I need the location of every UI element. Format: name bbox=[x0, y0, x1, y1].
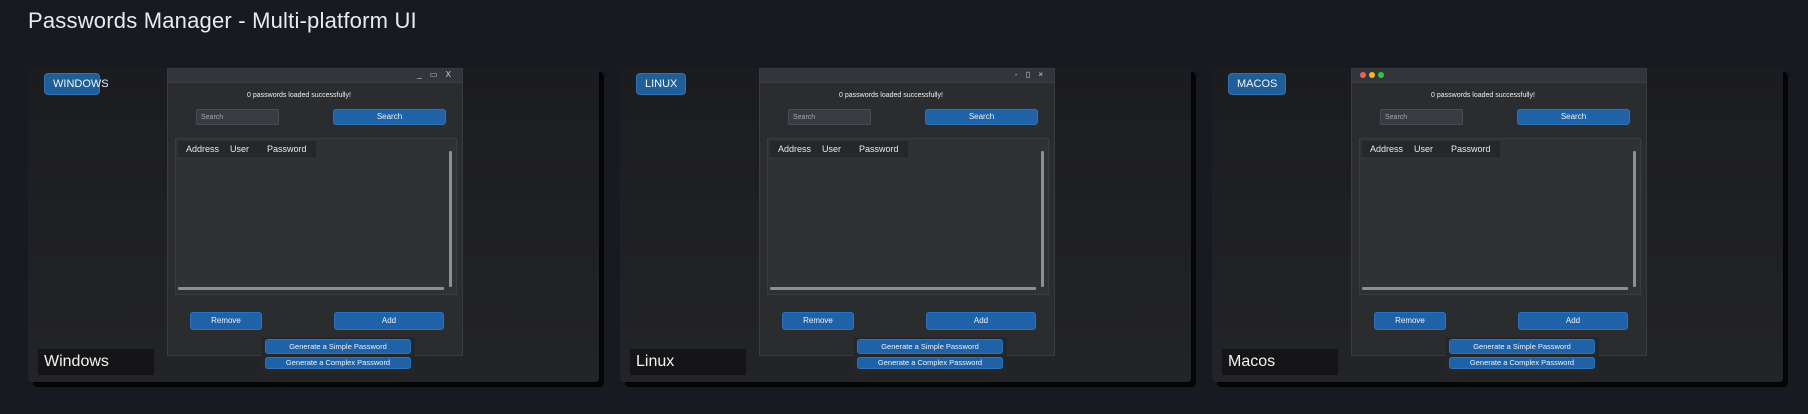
column-header-password[interactable]: Password bbox=[1451, 141, 1491, 157]
generate-simple-password-button[interactable]: Generate a Simple Password bbox=[1449, 339, 1595, 354]
linux-panel: LINUX - ▯ × 0 passwords loaded successfu… bbox=[620, 67, 1191, 382]
add-button[interactable]: Add bbox=[334, 312, 444, 330]
column-header-address[interactable]: Address bbox=[186, 141, 219, 157]
search-input[interactable]: Search bbox=[196, 109, 279, 125]
vertical-scrollbar[interactable] bbox=[1633, 151, 1636, 287]
remove-button[interactable]: Remove bbox=[782, 312, 854, 330]
os-caption-windows: Windows bbox=[38, 349, 154, 375]
search-button[interactable]: Search bbox=[333, 109, 446, 125]
generate-simple-password-button[interactable]: Generate a Simple Password bbox=[857, 339, 1003, 354]
column-header-address[interactable]: Address bbox=[778, 141, 811, 157]
password-table: Address User Password bbox=[175, 138, 457, 295]
titlebar[interactable]: _ ▭ X bbox=[168, 69, 462, 83]
search-input[interactable]: Search bbox=[788, 109, 871, 125]
page-title: Passwords Manager - Multi-platform UI bbox=[28, 8, 417, 33]
generate-buttons-group: Generate a Simple Password Generate a Co… bbox=[261, 337, 415, 373]
generate-buttons-group: Generate a Simple Password Generate a Co… bbox=[853, 337, 1007, 373]
generate-complex-password-button[interactable]: Generate a Complex Password bbox=[265, 357, 411, 369]
generate-simple-password-button[interactable]: Generate a Simple Password bbox=[265, 339, 411, 354]
vertical-scrollbar[interactable] bbox=[1041, 151, 1044, 287]
os-badge-linux: LINUX bbox=[636, 73, 687, 95]
horizontal-scrollbar[interactable] bbox=[1362, 287, 1628, 290]
column-header-user[interactable]: User bbox=[230, 141, 249, 157]
macos-panel: MACOS 0 passwords loaded successfully! S… bbox=[1212, 67, 1783, 382]
window-controls[interactable]: _ ▭ X bbox=[417, 69, 454, 81]
horizontal-scrollbar[interactable] bbox=[770, 287, 1036, 290]
close-icon[interactable] bbox=[1360, 72, 1366, 78]
status-message: 0 passwords loaded successfully! bbox=[1431, 92, 1535, 99]
column-header-user[interactable]: User bbox=[822, 141, 841, 157]
window-controls[interactable]: - ▯ × bbox=[1015, 69, 1046, 81]
column-header-password[interactable]: Password bbox=[267, 141, 307, 157]
os-caption-macos: Macos bbox=[1222, 349, 1338, 375]
horizontal-scrollbar[interactable] bbox=[178, 287, 444, 290]
os-badge-macos: MACOS bbox=[1228, 73, 1287, 95]
app-window-linux: - ▯ × 0 passwords loaded successfully! S… bbox=[759, 68, 1055, 356]
titlebar[interactable] bbox=[1352, 69, 1646, 83]
add-button[interactable]: Add bbox=[1518, 312, 1628, 330]
password-table: Address User Password bbox=[767, 138, 1049, 295]
status-message: 0 passwords loaded successfully! bbox=[247, 92, 351, 99]
search-button[interactable]: Search bbox=[1517, 109, 1630, 125]
add-button[interactable]: Add bbox=[926, 312, 1036, 330]
table-header: Address User Password bbox=[1362, 141, 1500, 157]
app-window-windows: _ ▭ X 0 passwords loaded successfully! S… bbox=[167, 68, 463, 356]
column-header-password[interactable]: Password bbox=[859, 141, 899, 157]
os-badge-windows: WINDOWS bbox=[44, 73, 109, 95]
traffic-lights bbox=[1360, 72, 1384, 78]
maximize-icon[interactable] bbox=[1378, 72, 1384, 78]
minimize-icon[interactable] bbox=[1369, 72, 1375, 78]
password-table: Address User Password bbox=[1359, 138, 1641, 295]
windows-panel: WINDOWS _ ▭ X 0 passwords loaded success… bbox=[28, 67, 599, 382]
search-button[interactable]: Search bbox=[925, 109, 1038, 125]
remove-button[interactable]: Remove bbox=[190, 312, 262, 330]
status-message: 0 passwords loaded successfully! bbox=[839, 92, 943, 99]
search-input[interactable]: Search bbox=[1380, 109, 1463, 125]
os-caption-linux: Linux bbox=[630, 349, 746, 375]
remove-button[interactable]: Remove bbox=[1374, 312, 1446, 330]
column-header-user[interactable]: User bbox=[1414, 141, 1433, 157]
titlebar[interactable]: - ▯ × bbox=[760, 69, 1054, 83]
column-header-address[interactable]: Address bbox=[1370, 141, 1403, 157]
table-header: Address User Password bbox=[770, 141, 908, 157]
generate-buttons-group: Generate a Simple Password Generate a Co… bbox=[1445, 337, 1599, 373]
generate-complex-password-button[interactable]: Generate a Complex Password bbox=[857, 357, 1003, 369]
vertical-scrollbar[interactable] bbox=[449, 151, 452, 287]
app-window-macos: 0 passwords loaded successfully! Search … bbox=[1351, 68, 1647, 356]
generate-complex-password-button[interactable]: Generate a Complex Password bbox=[1449, 357, 1595, 369]
table-header: Address User Password bbox=[178, 141, 316, 157]
